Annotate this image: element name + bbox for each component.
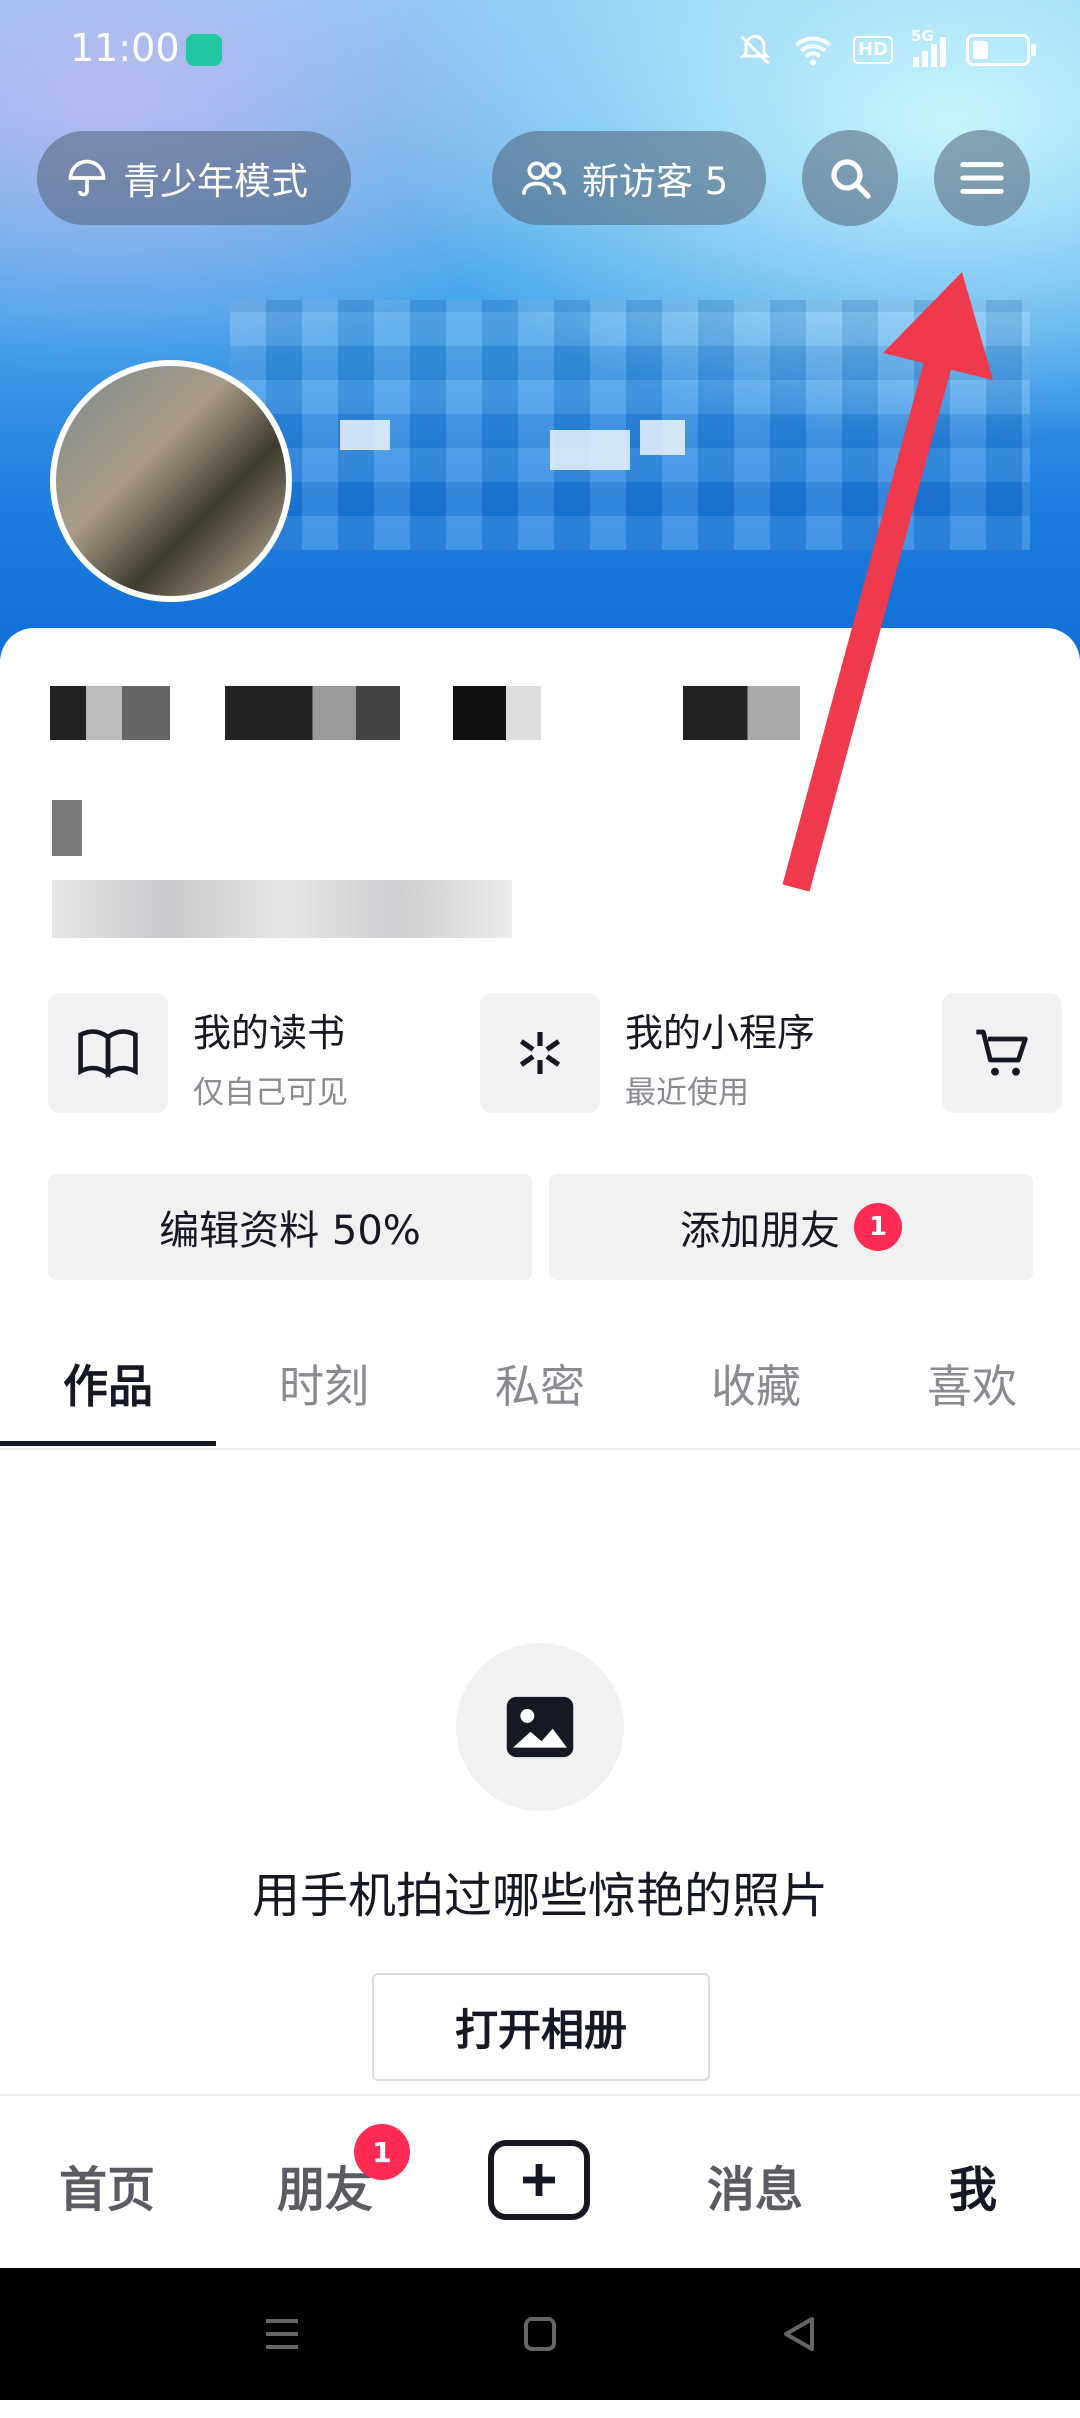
- mini-program-title[interactable]: 我的小程序: [625, 1002, 815, 1057]
- create-post-button[interactable]: [488, 2140, 590, 2220]
- signal-icon: 5G: [911, 27, 946, 67]
- people-icon: [522, 161, 566, 195]
- book-icon: [78, 1029, 138, 1079]
- my-reading-subtitle: 仅自己可见: [193, 1075, 348, 1111]
- nav-messages[interactable]: 消息: [670, 2150, 840, 2220]
- menu-icon: [960, 162, 1004, 194]
- new-visitors-label: 新访客 5: [582, 160, 729, 203]
- edit-profile-button[interactable]: 编辑资料 50%: [48, 1174, 532, 1280]
- add-friends-label: 添加朋友: [680, 1208, 840, 1254]
- add-friends-badge: 1: [854, 1203, 902, 1251]
- network-type: 5G: [911, 27, 934, 45]
- status-time: 11:00: [70, 26, 180, 70]
- teen-mode-label: 青少年模式: [123, 160, 308, 203]
- home-icon[interactable]: [522, 2315, 558, 2353]
- search-button[interactable]: [802, 130, 898, 226]
- teen-mode-button[interactable]: 青少年模式: [37, 131, 351, 225]
- wifi-icon: [794, 36, 831, 66]
- system-navigation-bar: [0, 2268, 1080, 2400]
- tab-likes[interactable]: 喜欢: [864, 1350, 1080, 1415]
- umbrella-icon: [68, 159, 106, 197]
- blurred-bio-line: [52, 800, 82, 856]
- open-album-button[interactable]: 打开相册: [372, 1973, 710, 2081]
- image-icon: [506, 1696, 574, 1758]
- battery-icon: [966, 34, 1036, 66]
- blurred-stats: [50, 686, 810, 744]
- hd-badge: HD: [852, 36, 893, 64]
- silent-icon: [739, 34, 771, 65]
- tab-works[interactable]: 作品: [0, 1350, 216, 1415]
- menu-button[interactable]: [934, 130, 1030, 226]
- nav-home[interactable]: 首页: [22, 2150, 192, 2220]
- bottom-nav-divider: [0, 2094, 1080, 2096]
- tab-divider: [0, 1448, 1080, 1450]
- back-icon[interactable]: [780, 2315, 818, 2353]
- empty-state-text: 用手机拍过哪些惊艳的照片: [251, 1868, 828, 1924]
- empty-state-icon-circle: [456, 1643, 624, 1811]
- search-icon: [831, 159, 871, 199]
- mini-program-icon: [519, 1032, 561, 1074]
- mini-program-subtitle: 最近使用: [625, 1075, 749, 1111]
- add-friends-button[interactable]: 添加朋友 1: [549, 1174, 1033, 1280]
- my-reading-title[interactable]: 我的读书: [193, 1002, 345, 1057]
- status-icons: HD 5G: [737, 27, 1036, 72]
- shopping-cart-button[interactable]: [942, 993, 1062, 1113]
- tab-private[interactable]: 私密: [432, 1350, 648, 1415]
- mini-program-icon-box[interactable]: [480, 993, 600, 1113]
- nav-friends-label: 朋友: [276, 2162, 373, 2218]
- blurred-bio-line: [52, 880, 512, 938]
- blurred-username: [230, 300, 1030, 550]
- tab-moments[interactable]: 时刻: [216, 1350, 432, 1415]
- recent-apps-icon[interactable]: [262, 2315, 302, 2353]
- my-reading-icon-box[interactable]: [48, 993, 168, 1113]
- active-tab-indicator: [0, 1441, 216, 1446]
- plus-icon: [523, 2164, 555, 2196]
- avatar[interactable]: [50, 360, 292, 602]
- friends-badge: 1: [354, 2124, 410, 2180]
- cart-icon: [976, 1029, 1028, 1076]
- edit-profile-label: 编辑资料 50%: [159, 1208, 421, 1254]
- app-notification-icon: [186, 34, 222, 66]
- tab-favorites[interactable]: 收藏: [648, 1350, 864, 1415]
- new-visitors-button[interactable]: 新访客 5: [492, 131, 766, 225]
- nav-me[interactable]: 我: [888, 2150, 1058, 2220]
